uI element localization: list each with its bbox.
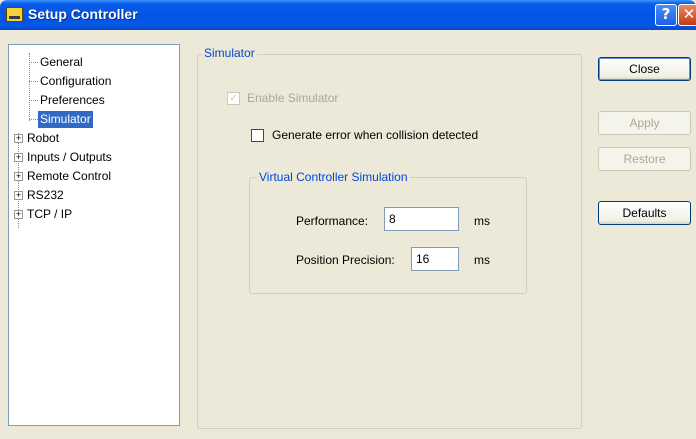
close-icon[interactable]: ✕ bbox=[678, 4, 696, 26]
defaults-button[interactable]: Defaults bbox=[598, 201, 691, 225]
performance-unit: ms bbox=[474, 214, 490, 228]
tree-item-inputs-outputs[interactable]: + Inputs / Outputs bbox=[9, 149, 179, 166]
position-precision-label: Position Precision: bbox=[296, 253, 395, 267]
restore-button[interactable]: Restore bbox=[598, 147, 691, 171]
setup-controller-dialog: Setup Controller ? ✕ General Configurati… bbox=[0, 0, 696, 439]
tree-item-rs232[interactable]: + RS232 bbox=[9, 187, 179, 204]
help-icon[interactable]: ? bbox=[655, 4, 677, 26]
tree-item-tcp-ip[interactable]: + TCP / IP bbox=[9, 206, 179, 223]
performance-input[interactable] bbox=[384, 207, 459, 231]
app-icon bbox=[6, 7, 23, 22]
settings-tree[interactable]: General Configuration Preferences Simula… bbox=[8, 44, 180, 426]
simulator-group-title: Simulator bbox=[202, 46, 257, 60]
tree-item-remote-control[interactable]: + Remote Control bbox=[9, 168, 179, 185]
title-bar[interactable]: Setup Controller ? ✕ bbox=[0, 0, 696, 30]
expand-icon[interactable]: + bbox=[14, 153, 23, 162]
apply-button[interactable]: Apply bbox=[598, 111, 691, 135]
position-precision-unit: ms bbox=[474, 253, 490, 267]
tree-item-robot[interactable]: + Robot bbox=[9, 130, 179, 147]
collision-error-label: Generate error when collision detected bbox=[272, 128, 479, 142]
tree-item-general[interactable]: General bbox=[9, 54, 179, 71]
tree-item-label: Inputs / Outputs bbox=[27, 150, 112, 164]
virtual-controller-group bbox=[249, 177, 527, 294]
enable-simulator-label: Enable Simulator bbox=[247, 91, 339, 105]
tree-item-simulator[interactable]: Simulator bbox=[9, 111, 179, 128]
tree-item-preferences[interactable]: Preferences bbox=[9, 92, 179, 109]
tree-item-label: Preferences bbox=[40, 93, 105, 107]
expand-icon[interactable]: + bbox=[14, 172, 23, 181]
tree-item-label: TCP / IP bbox=[27, 207, 73, 221]
tree-item-label: Configuration bbox=[40, 74, 112, 88]
virtual-controller-group-title: Virtual Controller Simulation bbox=[257, 170, 410, 184]
expand-icon[interactable]: + bbox=[14, 191, 23, 200]
tree-item-label: General bbox=[40, 55, 83, 69]
enable-simulator-checkbox[interactable]: ✓ bbox=[227, 92, 240, 105]
tree-item-configuration[interactable]: Configuration bbox=[9, 73, 179, 90]
tree-item-label: Remote Control bbox=[27, 169, 112, 183]
position-precision-input[interactable] bbox=[411, 247, 459, 271]
tree-item-label: Simulator bbox=[38, 111, 93, 128]
tree-item-label: RS232 bbox=[27, 188, 64, 202]
performance-label: Performance: bbox=[296, 214, 369, 228]
expand-icon[interactable]: + bbox=[14, 210, 23, 219]
expand-icon[interactable]: + bbox=[14, 134, 23, 143]
tree-item-label: Robot bbox=[27, 131, 60, 145]
close-button[interactable]: Close bbox=[598, 57, 691, 81]
collision-error-checkbox[interactable] bbox=[251, 129, 264, 142]
window-title: Setup Controller bbox=[28, 6, 138, 22]
